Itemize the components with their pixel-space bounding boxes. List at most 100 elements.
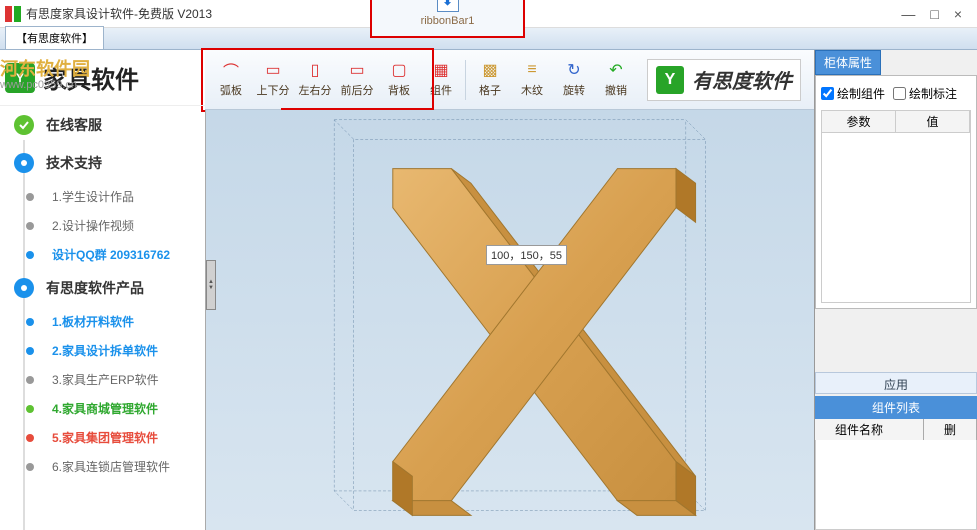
bullet-icon: [26, 463, 34, 471]
tool-木纹[interactable]: ≡ 木纹: [512, 52, 552, 107]
scroll-handle[interactable]: ▲▼: [206, 260, 216, 310]
tool-icon: ↶: [606, 61, 626, 79]
brand-badge: Y 有思度软件: [647, 59, 801, 101]
menu-sub-item[interactable]: 3.家具生产ERP软件: [0, 365, 205, 394]
tool-icon: ⌒: [221, 61, 241, 79]
tool-撤销[interactable]: ↶ 撤销: [596, 52, 636, 107]
component-list-header: 组件列表: [815, 396, 977, 419]
tool-弧板[interactable]: ⌒ 弧板: [211, 52, 251, 107]
tool-icon: ▦: [431, 61, 451, 79]
col-param: 参数: [822, 111, 896, 132]
tool-左右分[interactable]: ▯ 左右分: [295, 52, 335, 107]
ribbon-bar-highlight: ⬇ ribbonBar1: [370, 0, 525, 38]
center-panel: ⌒ 弧板 ▭ 上下分 ▯ 左右分 ▭ 前后分 ▢背板 ▦ 组件 ▩ 格子 ≡ 木纹 ↻ 旋转 ↶ 撤销 Y 有思度软…: [205, 50, 814, 530]
tool-label: 组件: [430, 82, 452, 98]
brand-text: 有思度软件: [692, 65, 792, 94]
close-button[interactable]: ×: [954, 6, 962, 22]
logo: Y 家具软件: [0, 50, 205, 105]
menu-tech-support[interactable]: 技术支持: [0, 144, 205, 182]
menu-sub-item[interactable]: 2.设计操作视频: [0, 211, 205, 240]
menu-link: 4.家具商城管理软件: [52, 400, 158, 417]
draw-annotation-checkbox[interactable]: 绘制标注: [893, 85, 957, 102]
bullet-icon: [26, 405, 34, 413]
draw-component-checkbox[interactable]: 绘制组件: [821, 85, 885, 102]
menu-sub-item[interactable]: 1.板材开料软件: [0, 307, 205, 336]
tool-旋转[interactable]: ↻ 旋转: [554, 52, 594, 107]
pin-icon: [14, 153, 34, 173]
bullet-icon: [26, 376, 34, 384]
component-list-columns: 组件名称 删: [815, 419, 977, 440]
toolbar: ⌒ 弧板 ▭ 上下分 ▯ 左右分 ▭ 前后分 ▢背板 ▦ 组件 ▩ 格子 ≡ 木纹 ↻ 旋转 ↶ 撤销 Y 有思度软…: [205, 50, 814, 110]
arrow-down-icon[interactable]: ⬇: [437, 0, 459, 12]
properties-tab[interactable]: 柜体属性: [815, 50, 881, 75]
menu: 在线客服 技术支持 1.学生设计作品 2.设计操作视频设计QQ群 20931676…: [0, 105, 205, 481]
menu-sub-item[interactable]: 设计QQ群 209316762: [0, 240, 205, 269]
properties-body: 绘制组件 绘制标注 参数 值: [815, 75, 977, 309]
menu-link: 5.家具集团管理软件: [52, 429, 158, 446]
check-icon: [14, 115, 34, 135]
sidebar: 河东软件园 www.pc0359.cn Y 家具软件 在线客服 技术支持 1.学…: [0, 50, 205, 530]
menu-sub-item[interactable]: 4.家具商城管理软件: [0, 394, 205, 423]
menu-sub-item[interactable]: 2.家具设计拆单软件: [0, 336, 205, 365]
tool-label: 左右分: [299, 82, 332, 98]
menu-products[interactable]: 有思度软件产品: [0, 269, 205, 307]
bullet-icon: [26, 434, 34, 442]
menu-sub-item[interactable]: 6.家具连锁店管理软件: [0, 452, 205, 481]
bullet-icon: [26, 347, 34, 355]
param-grid[interactable]: [821, 133, 971, 303]
menu-link: 2.设计操作视频: [52, 217, 134, 234]
properties-panel: 柜体属性 绘制组件 绘制标注 参数 值 应用 组件列表 组件名称 删: [814, 50, 977, 530]
document-tabs: 【有思度软件】 ⬇ ribbonBar1: [0, 28, 977, 50]
menu-link: 2.家具设计拆单软件: [52, 342, 158, 359]
pin-icon: [14, 278, 34, 298]
document-tab-active[interactable]: 【有思度软件】: [5, 26, 104, 49]
dimension-label: 100，150，55: [486, 245, 567, 265]
tool-icon: ▭: [347, 61, 367, 79]
menu-sub-item[interactable]: 1.学生设计作品: [0, 182, 205, 211]
bullet-icon: [26, 222, 34, 230]
menu-link: 6.家具连锁店管理软件: [52, 458, 170, 475]
menu-online-service[interactable]: 在线客服: [0, 106, 205, 144]
menu-link: 3.家具生产ERP软件: [52, 371, 159, 388]
col-value: 值: [896, 111, 970, 132]
apply-button[interactable]: 应用: [815, 372, 977, 394]
col-comp-name[interactable]: 组件名称: [815, 419, 924, 440]
menu-link: 1.板材开料软件: [52, 313, 134, 330]
tool-上下分[interactable]: ▭ 上下分: [253, 52, 293, 107]
tool-背板[interactable]: ▢背板: [379, 52, 419, 107]
tool-label: 前后分: [341, 82, 374, 98]
tool-icon: ▩: [480, 61, 500, 79]
tool-icon: ▭: [263, 61, 283, 79]
bullet-icon: [26, 318, 34, 326]
tool-icon: ▯: [305, 61, 325, 79]
param-grid-header: 参数 值: [821, 110, 971, 133]
tool-icon: ↻: [564, 61, 584, 79]
tool-label: 背板: [388, 82, 410, 98]
menu-sub-item[interactable]: 5.家具集团管理软件: [0, 423, 205, 452]
brand-logo-icon: Y: [656, 66, 684, 94]
component-list-body[interactable]: [815, 440, 977, 530]
tool-组件[interactable]: ▦ 组件: [421, 52, 461, 107]
ribbon-label: ribbonBar1: [421, 15, 475, 27]
tool-label: 格子: [479, 82, 501, 98]
bullet-icon: [26, 251, 34, 259]
logo-text: 家具软件: [43, 60, 139, 95]
col-delete[interactable]: 删: [924, 419, 977, 440]
menu-link: 设计QQ群 209316762: [52, 246, 170, 263]
tool-label: 木纹: [521, 82, 543, 98]
tool-icon: ≡: [522, 61, 542, 79]
menu-link: 1.学生设计作品: [52, 188, 134, 205]
tool-label: 上下分: [257, 82, 290, 98]
3d-model: [206, 110, 814, 530]
tool-前后分[interactable]: ▭ 前后分: [337, 52, 377, 107]
3d-viewport[interactable]: ▲▼: [205, 110, 814, 530]
tool-label: 弧板: [220, 82, 242, 98]
tool-格子[interactable]: ▩ 格子: [470, 52, 510, 107]
app-icon: [5, 6, 21, 22]
minimize-button[interactable]: —: [901, 6, 915, 22]
tool-label: 旋转: [563, 82, 585, 98]
bullet-icon: [26, 193, 34, 201]
logo-badge-icon: Y: [5, 63, 35, 93]
maximize-button[interactable]: □: [930, 6, 938, 22]
tool-label: 撤销: [605, 82, 627, 98]
